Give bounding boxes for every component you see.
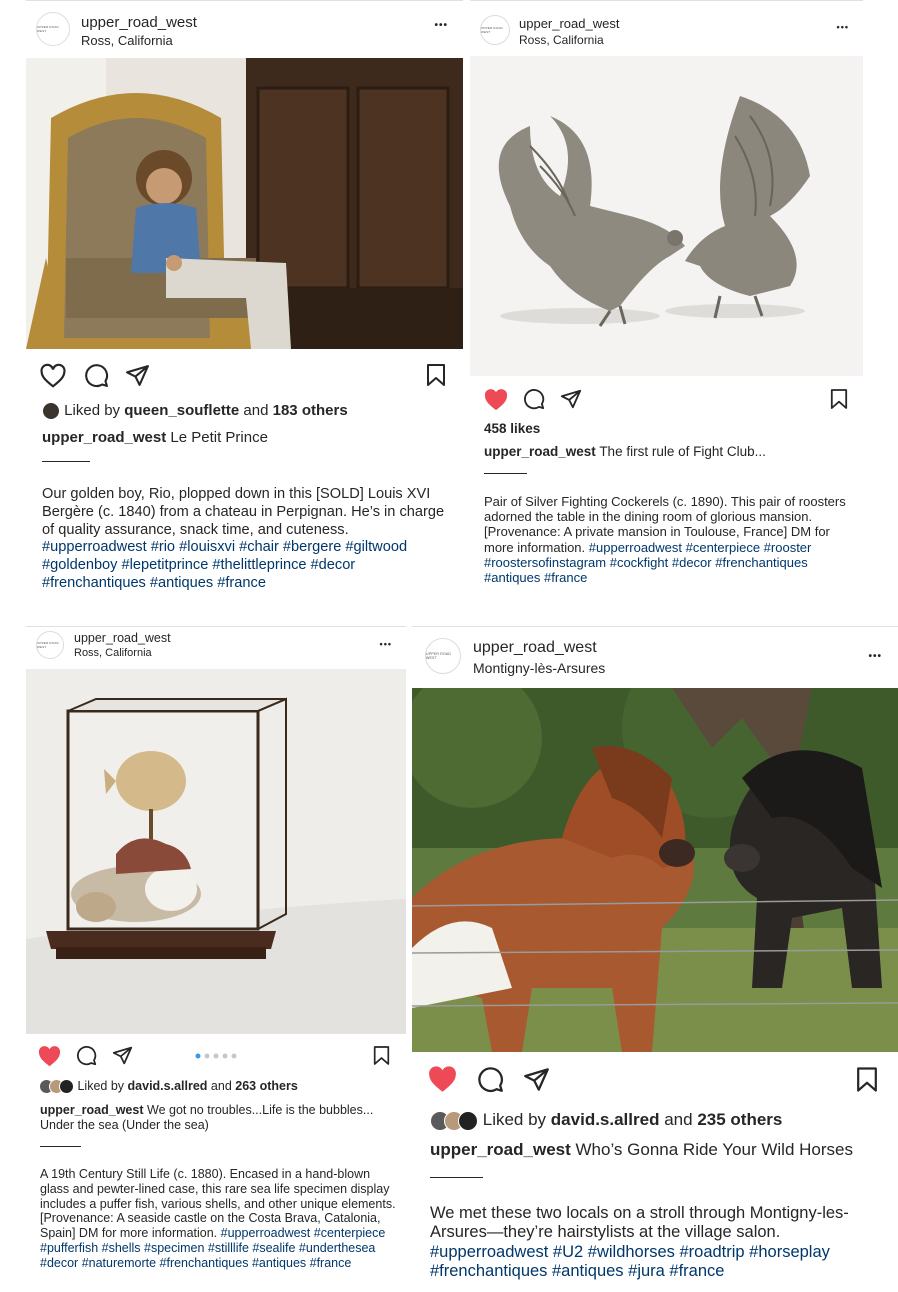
post-3: UPPER ROAD WEST upper_road_west Ross, Ca… (26, 626, 406, 1292)
location[interactable]: Ross, California (74, 647, 152, 659)
more-icon[interactable]: ••• (380, 639, 392, 649)
likes-count[interactable]: 458 likes (484, 421, 540, 436)
liker-avatar[interactable] (42, 402, 60, 421)
comment-icon[interactable] (76, 1045, 97, 1066)
caption-username[interactable]: upper_road_west (430, 1140, 571, 1159)
caption: Our golden boy, Rio, plopped down in thi… (42, 486, 457, 593)
share-icon[interactable] (560, 388, 582, 410)
caption-body: We met these two locals on a stroll thro… (430, 1204, 849, 1242)
caption-title: upper_road_west The first rule of Fight … (484, 444, 766, 459)
username[interactable]: upper_road_west (519, 16, 619, 31)
avatar-logo-text: UPPER ROAD WEST (37, 25, 59, 33)
caption: We met these two locals on a stroll thro… (430, 1204, 892, 1282)
caption-username[interactable]: upper_road_west (484, 444, 596, 459)
liked-by: Liked by david.s.allred and 235 others (430, 1110, 782, 1131)
caption-body: Our golden boy, Rio, plopped down in thi… (42, 486, 445, 538)
likes-count[interactable]: 263 others (235, 1079, 298, 1093)
share-icon[interactable] (523, 1066, 550, 1093)
liker-username[interactable]: queen_souflette (124, 402, 239, 419)
avatar-logo-text: UPPER ROAD WEST (426, 652, 452, 660)
hashtags[interactable]: #upperroadwest #rio #louisxvi #chair #be… (42, 539, 407, 591)
caption-title-text: Who’s Gonna Ride Your Wild Horses (575, 1140, 854, 1159)
caption-title-text: Le Petit Prince (170, 429, 268, 446)
likes-count[interactable]: 183 others (273, 402, 348, 419)
post-1: UPPER ROAD WEST upper_road_west Ross, Ca… (26, 0, 463, 600)
bookmark-icon[interactable] (856, 1066, 878, 1093)
liked-and: and (210, 1079, 232, 1093)
caption: Pair of Silver Fighting Cockerels (c. 18… (484, 494, 856, 585)
liked-and: and (664, 1110, 693, 1129)
avatar[interactable]: UPPER ROAD WEST (480, 15, 510, 45)
liker-avatar[interactable] (458, 1110, 478, 1131)
liker-avatar[interactable] (59, 1079, 74, 1095)
post-photo[interactable] (26, 58, 463, 349)
post-photo[interactable] (470, 56, 863, 376)
post-2: UPPER ROAD WEST upper_road_west Ross, Ca… (470, 0, 863, 600)
avatar-logo-text: UPPER ROAD WEST (37, 641, 59, 649)
post-top-divider (412, 626, 898, 627)
username[interactable]: upper_road_west (81, 14, 197, 31)
heart-icon[interactable] (40, 363, 66, 388)
liked-and: and (243, 402, 269, 419)
liked-by-label: Liked by (482, 1110, 547, 1129)
caption-title: upper_road_west We got no troubles...Lif… (40, 1103, 402, 1134)
heart-icon[interactable] (38, 1046, 61, 1067)
caption-divider (430, 1177, 483, 1178)
liked-by-label: Liked by (77, 1079, 125, 1093)
caption-title: upper_road_west Who’s Gonna Ride Your Wi… (430, 1140, 853, 1160)
post-photo[interactable] (26, 669, 406, 1034)
bookmark-icon[interactable] (373, 1045, 390, 1066)
hashtags[interactable]: #upperroadwest #U2 #wildhorses #roadtrip… (430, 1243, 830, 1280)
heart-icon[interactable] (428, 1066, 457, 1093)
post-top-divider (470, 0, 863, 1)
location[interactable]: Ross, California (81, 33, 173, 48)
post-photo[interactable] (412, 688, 898, 1052)
carousel-dots (195, 1053, 239, 1059)
caption-title-text: The first rule of Fight Club... (599, 444, 766, 459)
likes-count[interactable]: 235 others (697, 1110, 782, 1129)
heart-icon[interactable] (484, 389, 508, 411)
post-4: UPPER ROAD WEST upper_road_west Montigny… (412, 626, 898, 1292)
comment-icon[interactable] (84, 363, 109, 388)
post-top-divider (26, 626, 406, 627)
liked-by-label: Liked by (64, 402, 121, 419)
caption-divider (484, 473, 527, 474)
bookmark-icon[interactable] (830, 388, 848, 410)
location[interactable]: Montigny-lès-Arsures (473, 660, 605, 676)
liker-username[interactable]: david.s.allred (128, 1079, 208, 1093)
avatar[interactable]: UPPER ROAD WEST (425, 638, 461, 674)
caption: A 19th Century Still Life (c. 1880). Enc… (40, 1167, 402, 1270)
share-icon[interactable] (112, 1045, 133, 1066)
caption-title: upper_road_west Le Petit Prince (42, 429, 268, 446)
bookmark-icon[interactable] (426, 363, 446, 387)
more-icon[interactable]: ••• (837, 22, 849, 32)
location[interactable]: Ross, California (519, 33, 604, 47)
caption-divider (40, 1146, 81, 1147)
liker-username[interactable]: david.s.allred (551, 1110, 660, 1129)
liked-by: Liked by david.s.allred and 263 others (39, 1079, 298, 1095)
caption-username[interactable]: upper_road_west (42, 429, 166, 446)
share-icon[interactable] (125, 363, 150, 388)
post-top-divider (26, 0, 463, 1)
avatar-logo-text: UPPER ROAD WEST (481, 26, 503, 34)
caption-divider (42, 461, 90, 462)
avatar[interactable]: UPPER ROAD WEST (36, 631, 64, 659)
avatar[interactable]: UPPER ROAD WEST (36, 12, 70, 46)
comment-icon[interactable] (477, 1066, 504, 1093)
more-icon[interactable]: ••• (434, 20, 448, 31)
username[interactable]: upper_road_west (473, 639, 597, 657)
comment-icon[interactable] (523, 388, 545, 410)
more-icon[interactable]: ••• (868, 651, 882, 662)
caption-username[interactable]: upper_road_west (40, 1103, 144, 1117)
username[interactable]: upper_road_west (74, 631, 171, 645)
liked-by: Liked by queen_souflette and 183 others (42, 402, 348, 421)
